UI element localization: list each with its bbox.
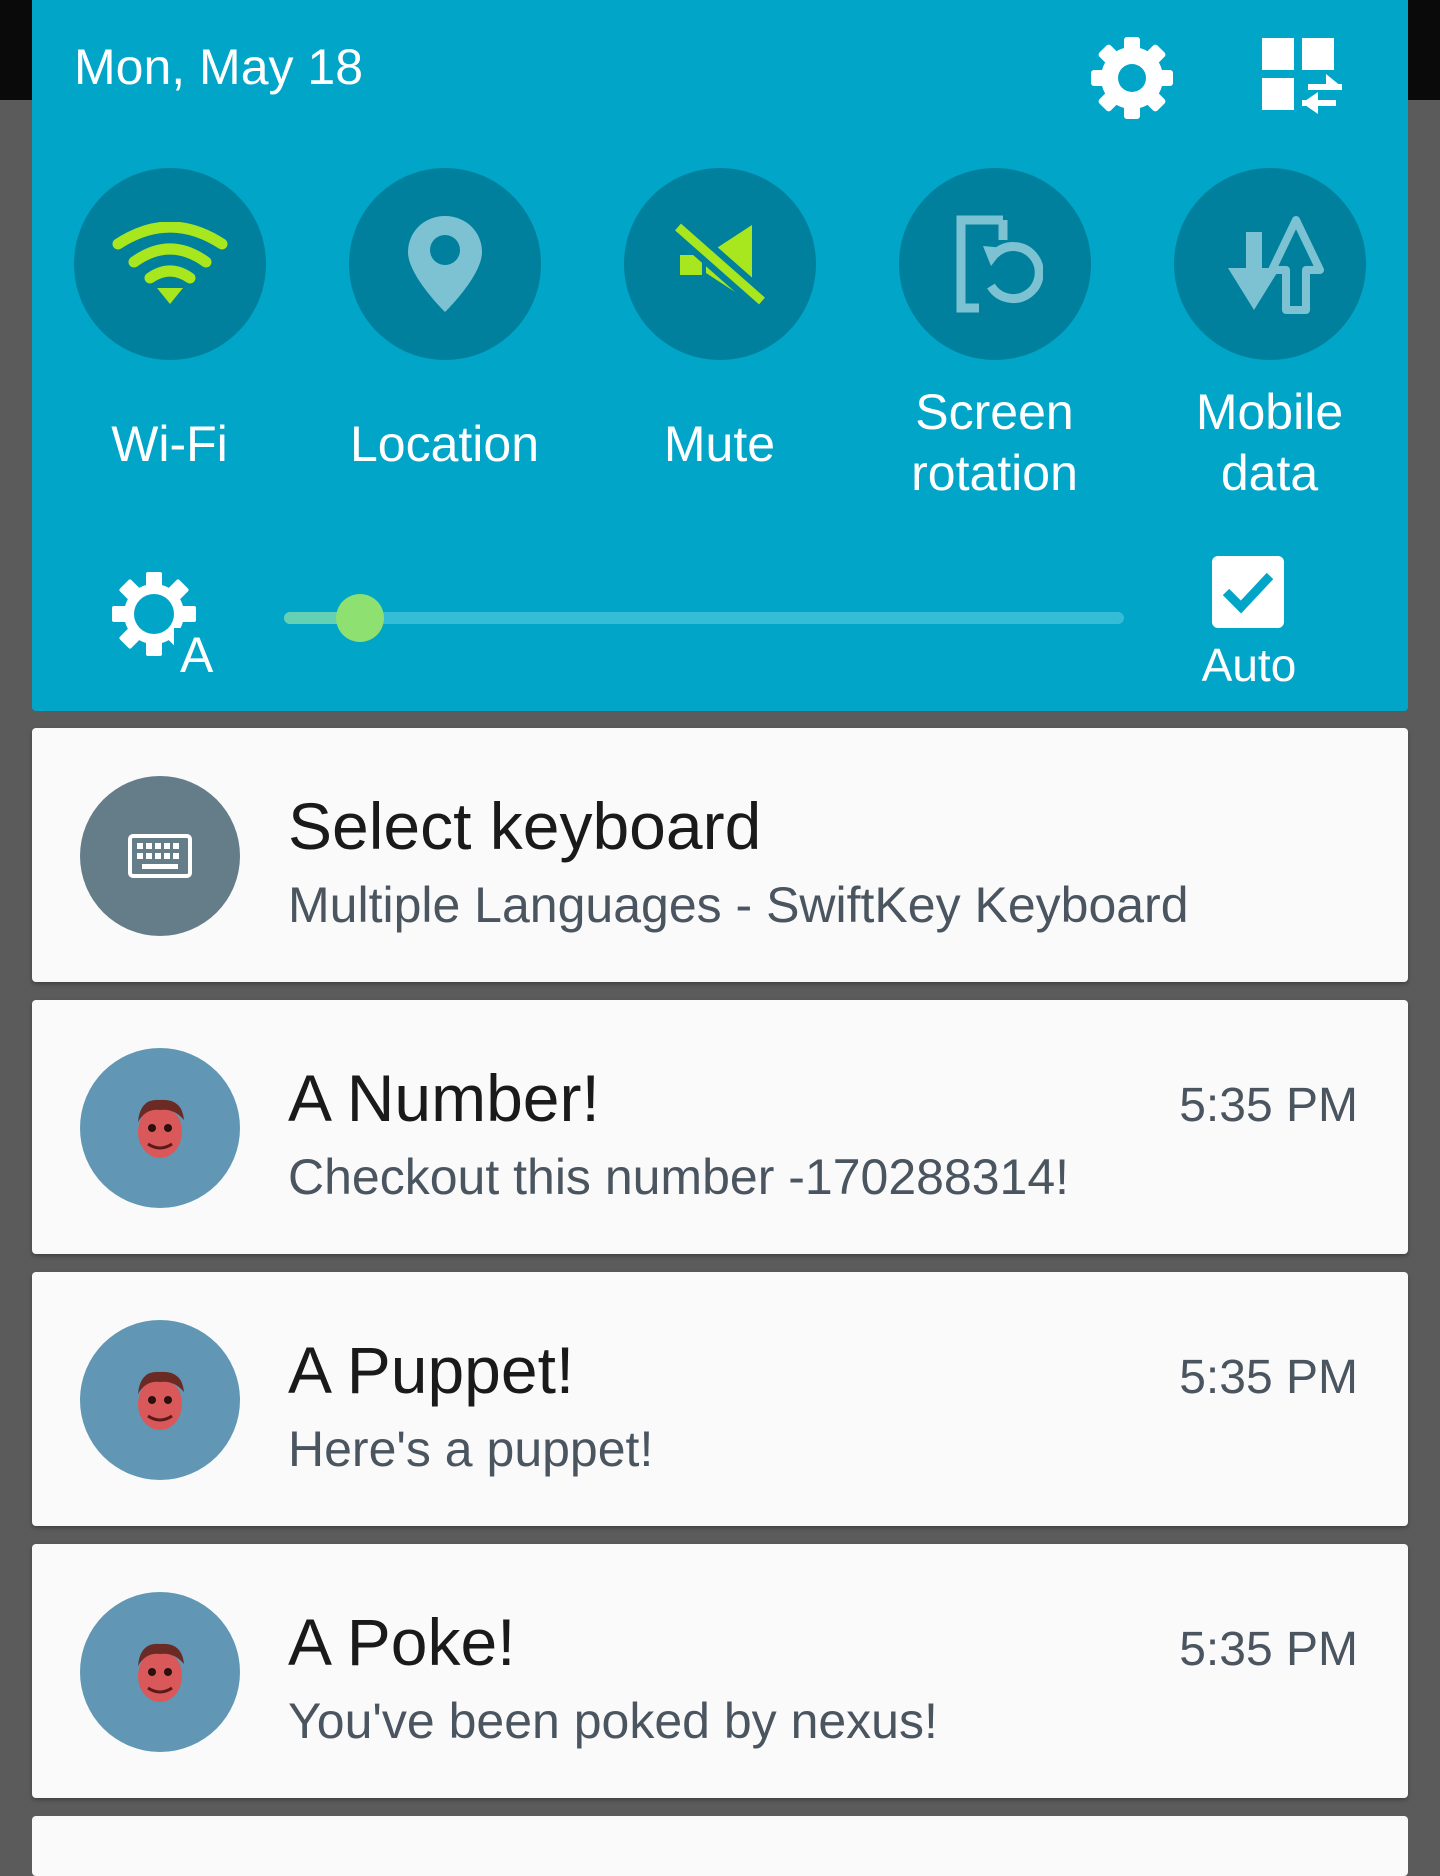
notification-a-number[interactable]: A Number! Checkout this number -17028831… — [32, 1000, 1408, 1254]
brightness-slider-thumb[interactable] — [335, 594, 384, 642]
brightness-slider[interactable] — [284, 594, 1124, 642]
notification-a-puppet[interactable]: A Puppet! Here's a puppet! 5:35 PM — [32, 1272, 1408, 1526]
location-pin-icon — [349, 168, 541, 360]
puppet-avatar-icon — [80, 1320, 240, 1480]
toggle-mute[interactable]: Mute — [582, 168, 857, 508]
auto-brightness-checkbox[interactable] — [1212, 556, 1284, 628]
notification-select-keyboard[interactable]: Select keyboard Multiple Languages - Swi… — [32, 728, 1408, 982]
notification-title: A Puppet! — [288, 1333, 575, 1407]
quick-settings-panel: Mon, May 18 Wi-Fi Location Mute Screen r… — [32, 0, 1408, 711]
notification-title: A Number! — [288, 1061, 600, 1135]
toggle-wifi[interactable]: Wi-Fi — [32, 168, 307, 508]
toggle-label: Screen rotation — [911, 384, 1078, 501]
notification-time: 5:35 PM — [1179, 1351, 1358, 1404]
toggle-label: Mute — [663, 416, 776, 472]
mute-icon — [624, 168, 816, 360]
date-label: Mon, May 18 — [74, 39, 364, 95]
edit-tiles-icon[interactable] — [1252, 28, 1352, 128]
toggle-label: Location — [349, 416, 540, 472]
wifi-icon — [74, 168, 266, 360]
keyboard-icon — [80, 776, 240, 936]
auto-brightness-label: Auto — [1201, 639, 1297, 691]
notification-text: Checkout this number -170288314! — [288, 1149, 1070, 1205]
toggle-label: Mobile data — [1195, 384, 1344, 501]
notification-title: Select keyboard — [288, 789, 762, 863]
notification-text: Here's a puppet! — [288, 1421, 654, 1477]
auto-brightness-icon: A — [108, 566, 228, 683]
toggle-label: Wi-Fi — [111, 416, 228, 472]
notification-text: Multiple Languages - SwiftKey Keyboard — [288, 877, 1189, 933]
notification-text: You've been poked by nexus! — [288, 1693, 938, 1749]
mobile-data-icon — [1174, 168, 1366, 360]
notification-time: 5:35 PM — [1179, 1079, 1358, 1132]
screen-rotation-icon — [899, 168, 1091, 360]
toggle-location[interactable]: Location — [307, 168, 582, 508]
toggle-mobile-data[interactable]: Mobile data — [1132, 168, 1407, 508]
svg-text:A: A — [180, 627, 214, 676]
notification-time: 5:35 PM — [1179, 1623, 1358, 1676]
puppet-avatar-icon — [80, 1048, 240, 1208]
notification-title: A Poke! — [288, 1605, 516, 1679]
notification-partial[interactable] — [32, 1816, 1408, 1876]
toggle-screen-rotation[interactable]: Screen rotation — [857, 168, 1132, 508]
notification-a-poke[interactable]: A Poke! You've been poked by nexus! 5:35… — [32, 1544, 1408, 1798]
settings-gear-icon[interactable] — [1082, 28, 1182, 128]
puppet-avatar-icon — [80, 1592, 240, 1752]
